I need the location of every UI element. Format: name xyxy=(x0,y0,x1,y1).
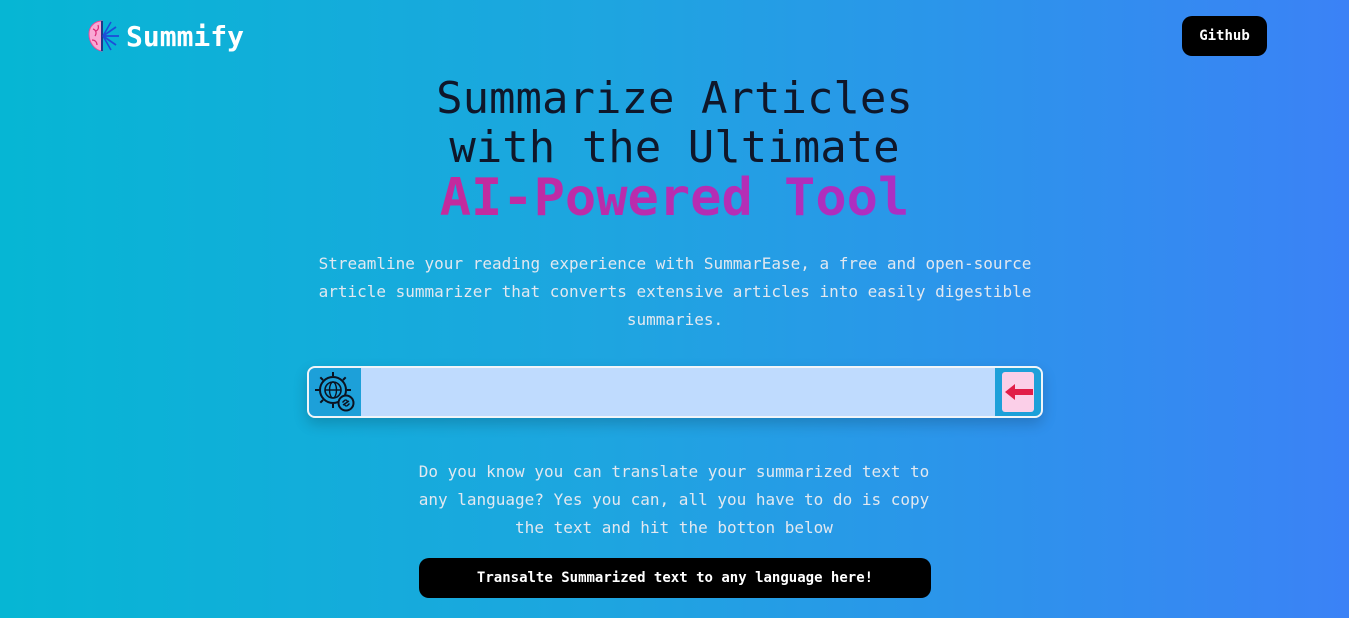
url-input[interactable] xyxy=(361,368,995,416)
title-accent: AI-Powered Tool xyxy=(0,172,1349,224)
translate-button[interactable]: Transalte Summarized text to any languag… xyxy=(419,558,931,598)
link-icon-box xyxy=(309,368,361,416)
navbar: Summify Github xyxy=(0,0,1349,72)
logo[interactable]: Summify xyxy=(86,18,244,54)
logo-text: Summify xyxy=(126,19,245,53)
globe-gear-link-icon xyxy=(315,372,355,412)
title-line-1: Summarize Articles xyxy=(436,73,913,124)
submit-button[interactable] xyxy=(1002,372,1034,412)
translate-note: Do you know you can translate your summa… xyxy=(418,462,930,537)
page-title: Summarize Articles with the Ultimate AI-… xyxy=(0,74,1349,224)
url-form xyxy=(307,366,1043,418)
arrow-left-icon xyxy=(1005,384,1033,400)
submit-box xyxy=(995,368,1041,416)
hero-description: Streamline your reading experience with … xyxy=(318,254,1032,329)
github-button[interactable]: Github xyxy=(1182,16,1267,56)
title-line-2: with the Ultimate xyxy=(449,122,900,173)
hero: Summarize Articles with the Ultimate AI-… xyxy=(0,74,1349,224)
brain-icon xyxy=(88,20,119,52)
